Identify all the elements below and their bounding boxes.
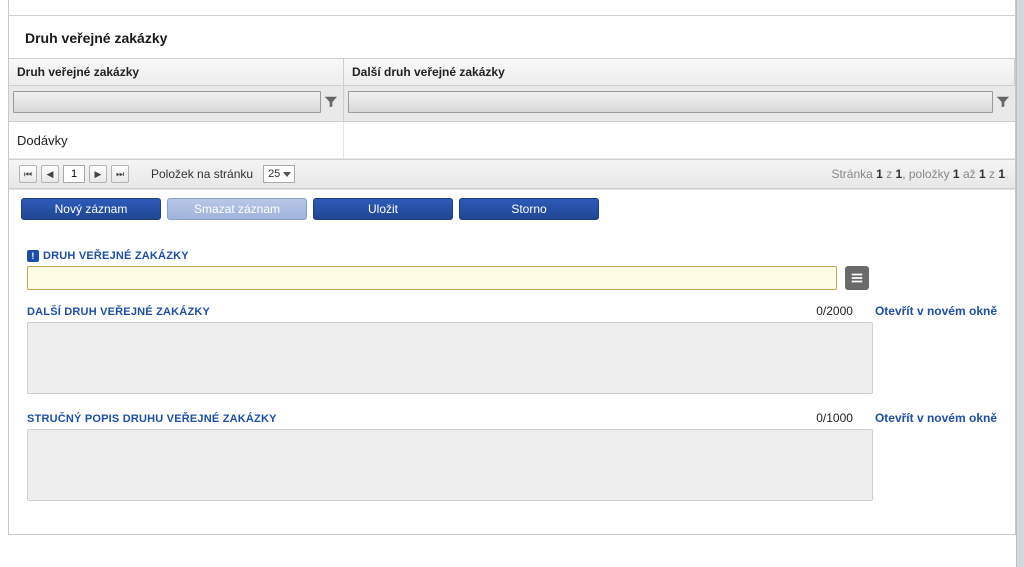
pager-next-button[interactable]: ▶ — [89, 165, 107, 183]
table-row[interactable]: Dodávky — [9, 122, 1015, 159]
pager-prev-button[interactable]: ◀ — [41, 165, 59, 183]
desc-textarea[interactable] — [27, 429, 873, 501]
top-divider — [9, 0, 1015, 16]
column-header-type[interactable]: Druh veřejné zakázky — [9, 59, 344, 85]
filter-icon[interactable] — [323, 95, 339, 109]
field-type-label: ! DRUH VEŘEJNÉ ZAKÁZKY — [27, 250, 189, 262]
scrollbar[interactable] — [1016, 0, 1024, 567]
per-page-label: Položek na stránku — [151, 167, 253, 181]
grid-header: Druh veřejné zakázky Další druh veřejné … — [9, 58, 1015, 86]
field-desc: STRUČNÝ POPIS DRUHU VEŘEJNÉ ZAKÁZKY 0/10… — [27, 411, 997, 504]
save-button[interactable]: Uložit — [313, 198, 453, 220]
other-textarea[interactable] — [27, 322, 873, 394]
field-other-label: DALŠÍ DRUH VEŘEJNÉ ZAKÁZKY — [27, 306, 210, 318]
filter-row — [9, 86, 1015, 122]
new-record-button[interactable]: Nový záznam — [21, 198, 161, 220]
desc-counter: 0/1000 — [816, 411, 853, 425]
cancel-button[interactable]: Storno — [459, 198, 599, 220]
filter-input-other[interactable] — [348, 91, 993, 113]
pager-page-input[interactable] — [63, 165, 85, 183]
cell-type: Dodávky — [9, 122, 344, 158]
column-header-other[interactable]: Další druh veřejné zakázky — [344, 59, 1015, 85]
button-row: Nový záznam Smazat záznam Uložit Storno — [21, 198, 1003, 220]
required-icon: ! — [27, 250, 39, 262]
main-panel: Druh veřejné zakázky Druh veřejné zakázk… — [8, 0, 1016, 535]
filter-input-type[interactable] — [13, 91, 321, 113]
pager-status: Stránka 1 z 1, položky 1 až 1 z 1 — [831, 167, 1005, 181]
type-picker-button[interactable] — [845, 266, 869, 290]
pager-last-button[interactable]: ⏭ — [111, 165, 129, 183]
per-page-select[interactable]: 25 — [263, 165, 295, 183]
pager-bar: ⏮ ◀ ▶ ⏭ Položek na stránku 25 Stránka 1 … — [9, 159, 1015, 189]
field-type: ! DRUH VEŘEJNÉ ZAKÁZKY — [27, 250, 997, 290]
desc-open-link[interactable]: Otevřít v novém okně — [875, 411, 997, 425]
section-title: Druh veřejné zakázky — [9, 16, 1015, 58]
pager-first-button[interactable]: ⏮ — [19, 165, 37, 183]
type-input[interactable] — [27, 266, 837, 290]
cell-other — [344, 122, 1015, 158]
filter-icon[interactable] — [995, 95, 1011, 109]
other-counter: 0/2000 — [816, 304, 853, 318]
list-icon — [850, 271, 864, 285]
field-desc-label: STRUČNÝ POPIS DRUHU VEŘEJNÉ ZAKÁZKY — [27, 413, 277, 425]
form-area: Nový záznam Smazat záznam Uložit Storno … — [9, 189, 1015, 535]
field-other: DALŠÍ DRUH VEŘEJNÉ ZAKÁZKY 0/2000 Otevří… — [27, 304, 997, 397]
delete-record-button[interactable]: Smazat záznam — [167, 198, 307, 220]
other-open-link[interactable]: Otevřít v novém okně — [875, 304, 997, 318]
